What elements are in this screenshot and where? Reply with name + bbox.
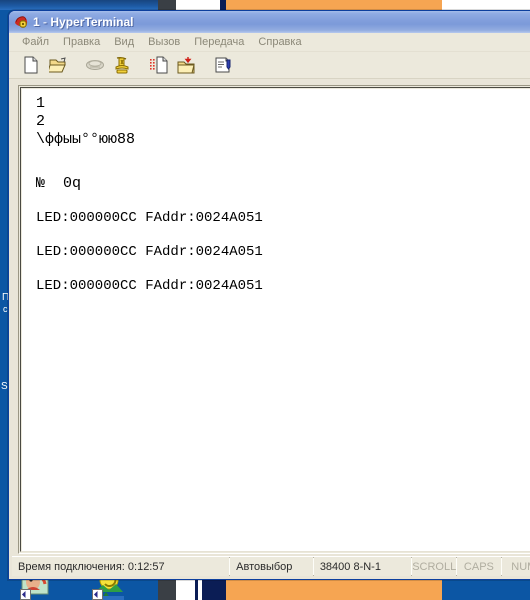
window-titlebar[interactable]: 1 - HyperTerminal (9, 11, 530, 33)
status-detect: Автовыбор (230, 557, 314, 576)
desktop-bottom-chip-navy2 (202, 578, 226, 600)
status-connection-time: Время подключения: 0:12:57 (12, 557, 231, 576)
terminal-client-frame: 1 2 \ффыы°°юю88 № 0q LED:000000CC FAddr:… (18, 85, 530, 554)
toolbar-separator-2 (137, 54, 144, 77)
terminal-line: LED:000000CC FAddr:0024A051 (36, 244, 263, 260)
background-window-chip-white (176, 0, 220, 10)
menu-transfer[interactable]: Передача (187, 35, 251, 49)
window-title-dash: - (43, 15, 48, 29)
telephone-icon (115, 56, 129, 74)
terminal-client-inner: 1 2 \ффыы°°юю88 № 0q LED:000000CC FAddr:… (20, 87, 530, 552)
menu-help[interactable]: Справка (251, 35, 308, 49)
receive-file-button[interactable] (174, 54, 198, 77)
terminal-output[interactable]: 1 2 \ффыы°°юю88 № 0q LED:000000CC FAddr:… (22, 89, 530, 551)
shortcut-overlay-icon (20, 589, 31, 600)
toolbar (9, 52, 530, 79)
new-connection-button[interactable] (19, 54, 43, 77)
status-caps-indicator: CAPS (457, 557, 503, 576)
background-window-chip-white-right (442, 0, 530, 10)
new-document-icon (24, 56, 38, 74)
window-title-number: 1 (33, 15, 40, 29)
open-folder-icon (49, 57, 66, 73)
hyperterminal-window: 1 - HyperTerminal Файл Правка Вид Вызов … (8, 10, 530, 580)
shortcut-overlay-icon-2 (92, 589, 103, 600)
desktop-bottom-chip-white (176, 578, 195, 600)
menubar: Файл Правка Вид Вызов Передача Справка (9, 33, 530, 52)
status-num-indicator: NUM (502, 557, 530, 576)
modem-icon (86, 60, 104, 70)
terminal-line: LED:000000CC FAddr:0024A051 (36, 278, 263, 294)
menu-edit[interactable]: Правка (56, 35, 107, 49)
status-scroll-indicator: SCROLL (412, 557, 458, 576)
terminal-line: № 0q (36, 175, 82, 192)
send-file-button[interactable] (147, 54, 171, 77)
statusbar: Время подключения: 0:12:57 Автовыбор 384… (12, 556, 530, 576)
background-window-titlebar (0, 0, 158, 10)
desktop-label-2: с (3, 304, 8, 314)
menu-call[interactable]: Вызов (141, 35, 187, 49)
send-document-icon (150, 56, 168, 74)
call-button[interactable] (83, 54, 107, 77)
properties-button[interactable] (211, 54, 235, 77)
window-title: 1 - HyperTerminal (33, 15, 134, 29)
terminal-line: LED:000000CC FAddr:0024A051 (36, 210, 263, 226)
status-baud: 38400 8-N-1 (314, 557, 413, 576)
menu-file[interactable]: Файл (15, 35, 56, 49)
desktop-bottom-chip-orange (226, 578, 442, 600)
open-connection-button[interactable] (46, 54, 70, 77)
phone-modem-icon (13, 14, 29, 30)
menu-view[interactable]: Вид (107, 35, 141, 49)
disconnect-button[interactable] (110, 54, 134, 77)
terminal-line: \ффыы°°юю88 (36, 131, 136, 148)
background-window-chip-dark (158, 0, 176, 10)
properties-icon (215, 57, 231, 73)
background-window-chip-orange (226, 0, 442, 10)
toolbar-separator-1 (73, 54, 80, 77)
terminal-line: 2 (36, 113, 46, 130)
window-title-app: HyperTerminal (50, 15, 134, 29)
receive-folder-icon (177, 57, 195, 74)
desktop-bottom-chip-dark (158, 578, 176, 600)
toolbar-separator-3 (201, 54, 208, 77)
terminal-line: 1 (36, 95, 46, 112)
